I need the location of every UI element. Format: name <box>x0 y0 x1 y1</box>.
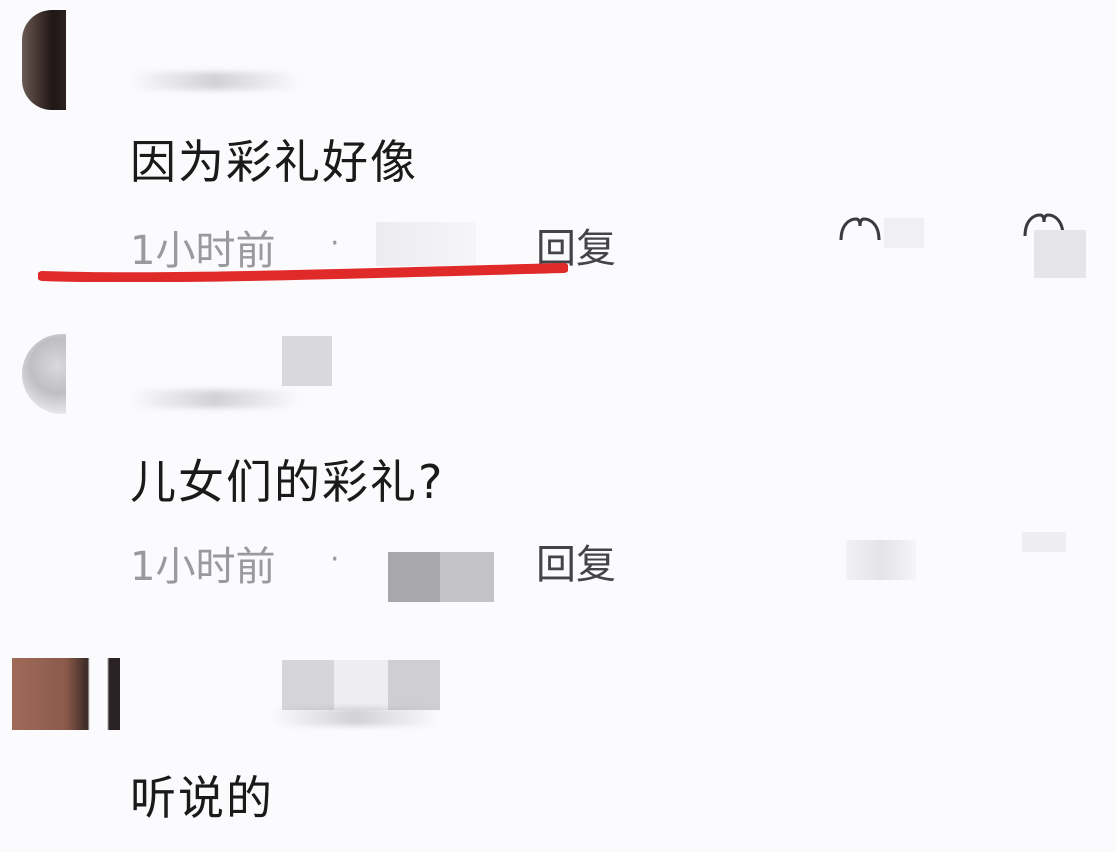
reply-button[interactable]: 回复 <box>536 532 616 590</box>
username-redacted[interactable] <box>130 72 300 90</box>
location-redacted <box>440 552 494 602</box>
heart-outline-icon[interactable] <box>1022 532 1066 552</box>
redacted-block <box>282 336 332 386</box>
redacted-block <box>334 660 388 710</box>
comment-text: 儿女们的彩礼? <box>130 455 445 509</box>
redacted-block <box>1034 230 1086 278</box>
location-redacted <box>376 222 476 266</box>
redacted-block <box>388 660 440 710</box>
username-redacted[interactable] <box>130 390 300 408</box>
meta-separator: · <box>330 542 340 577</box>
comment-text: 听说的 <box>130 771 274 825</box>
avatar[interactable] <box>12 658 120 730</box>
avatar[interactable] <box>22 334 66 414</box>
comment-text: 因为彩礼好像 <box>130 135 418 189</box>
redacted-block <box>282 660 334 710</box>
avatar[interactable] <box>22 10 66 110</box>
location-redacted <box>388 552 440 602</box>
meta-separator: · <box>330 226 340 261</box>
comment-time: 1小时前 <box>130 544 276 590</box>
red-underline-annotation <box>38 263 568 282</box>
like-count-redacted <box>846 540 916 580</box>
username-redacted[interactable] <box>270 708 440 726</box>
heart-outline-icon[interactable] <box>838 216 882 242</box>
like-count-redacted <box>884 218 924 248</box>
